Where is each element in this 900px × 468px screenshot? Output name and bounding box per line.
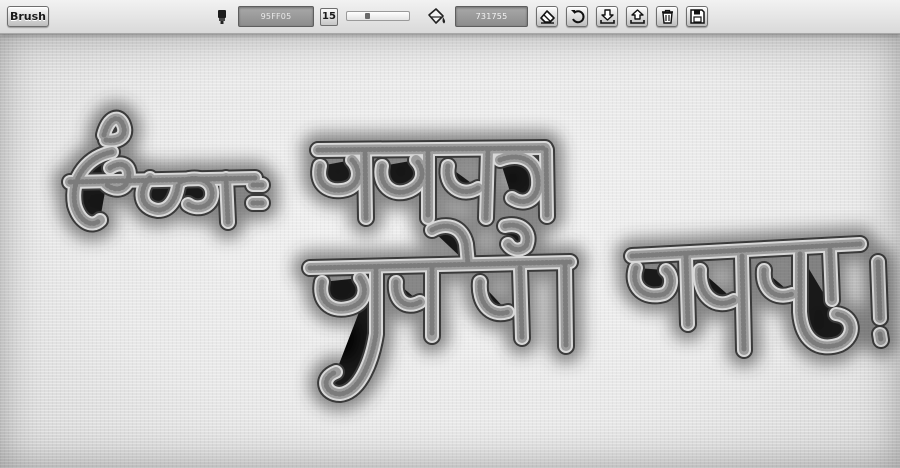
handwritten-drawing (0, 34, 900, 468)
paint-app: Brush 95FF05 15 731755 (0, 0, 900, 468)
eraser-button[interactable] (536, 6, 558, 27)
clear-button[interactable] (656, 6, 678, 27)
brush-button[interactable]: Brush (7, 6, 49, 27)
paint-tube-icon[interactable] (216, 9, 228, 25)
eraser-icon (540, 10, 555, 24)
brush-color-field[interactable]: 95FF05 (238, 6, 314, 27)
undo-button[interactable] (566, 6, 588, 27)
floppy-icon (690, 9, 705, 24)
brush-size-slider-handle[interactable] (365, 13, 370, 19)
brush-size-slider[interactable] (346, 11, 410, 21)
background-color-field[interactable]: 731755 (455, 6, 528, 27)
download-icon (600, 9, 615, 24)
toolbar: Brush 95FF05 15 731755 (0, 0, 900, 34)
trash-icon (662, 9, 673, 24)
save-disk-button[interactable] (686, 6, 708, 27)
upload-icon (630, 9, 645, 24)
undo-icon (571, 10, 585, 24)
brush-size-value: 15 (320, 8, 338, 26)
load-button[interactable] (626, 6, 648, 27)
save-button[interactable] (596, 6, 618, 27)
paint-bucket-icon[interactable] (425, 6, 447, 28)
drawing-canvas[interactable] (0, 34, 900, 468)
